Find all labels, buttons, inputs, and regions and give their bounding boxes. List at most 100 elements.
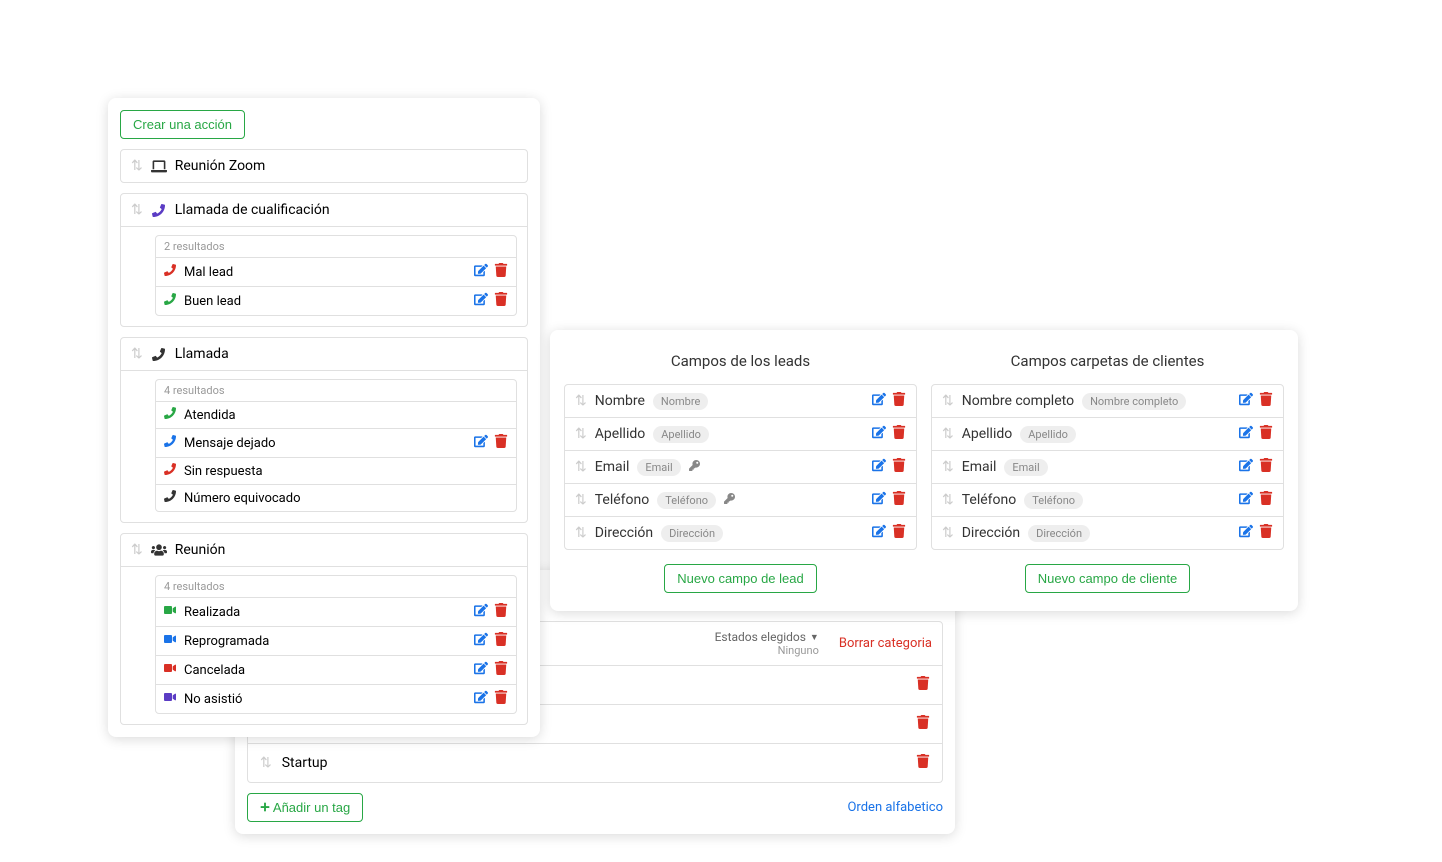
trash-icon[interactable] — [1259, 392, 1273, 410]
edit-icon[interactable] — [474, 603, 488, 621]
alpha-order-link[interactable]: Orden alfabetico — [847, 800, 943, 815]
results-box: 4 resultados Realizada Reprogramada Canc… — [155, 575, 517, 714]
trash-icon[interactable] — [494, 263, 508, 281]
video-icon — [164, 633, 176, 649]
fields-panel: Campos de los leads ⇅ Nombre Nombre ⇅ Ap… — [550, 330, 1298, 611]
result-row: Reprogramada — [156, 627, 516, 656]
trash-icon[interactable] — [1259, 491, 1273, 509]
edit-icon[interactable] — [474, 661, 488, 679]
trash-icon[interactable] — [494, 661, 508, 679]
trash-icon[interactable] — [916, 676, 930, 694]
field-badge: Teléfono — [1024, 492, 1083, 509]
edit-icon[interactable] — [1239, 392, 1253, 410]
action-group-title: Llamada de cualificación — [175, 202, 330, 218]
phone-icon — [164, 490, 176, 506]
field-badge: Dirección — [1028, 525, 1090, 542]
drag-handle-icon[interactable]: ⇅ — [575, 525, 587, 541]
trash-icon[interactable] — [892, 425, 906, 443]
edit-icon[interactable] — [1239, 491, 1253, 509]
drag-handle-icon[interactable]: ⇅ — [131, 542, 143, 558]
drag-handle-icon[interactable]: ⇅ — [942, 459, 954, 475]
result-label: Atendida — [184, 408, 500, 423]
add-tag-button[interactable]: Añadir un tag — [247, 793, 363, 822]
trash-icon[interactable] — [892, 491, 906, 509]
new-client-field-button[interactable]: Nuevo campo de cliente — [1025, 564, 1190, 593]
trash-icon[interactable] — [1259, 425, 1273, 443]
edit-icon[interactable] — [872, 425, 886, 443]
action-group-header[interactable]: ⇅ Llamada de cualificación — [121, 194, 527, 227]
field-row: ⇅ Apellido Apellido — [932, 418, 1283, 451]
video-icon — [164, 604, 176, 620]
trash-icon[interactable] — [494, 292, 508, 310]
trash-icon[interactable] — [892, 392, 906, 410]
field-row: ⇅ Teléfono Teléfono — [932, 484, 1283, 517]
edit-icon[interactable] — [474, 632, 488, 650]
new-lead-field-button[interactable]: Nuevo campo de lead — [664, 564, 816, 593]
drag-handle-icon[interactable]: ⇅ — [942, 492, 954, 508]
field-badge: Email — [637, 459, 680, 476]
action-group: ⇅ Llamada de cualificación 2 resultados M… — [120, 193, 528, 327]
result-label: Mensaje dejado — [184, 436, 466, 451]
drag-handle-icon[interactable]: ⇅ — [575, 426, 587, 442]
trash-icon[interactable] — [892, 458, 906, 476]
delete-category-link[interactable]: Borrar categoria — [839, 636, 932, 651]
create-action-button[interactable]: Crear una acción — [120, 110, 245, 139]
chevron-down-icon: ▼ — [810, 632, 819, 643]
field-row: ⇅ Nombre completo Nombre completo — [932, 385, 1283, 418]
drag-handle-icon[interactable]: ⇅ — [942, 393, 954, 409]
drag-handle-icon[interactable]: ⇅ — [575, 459, 587, 475]
edit-icon[interactable] — [474, 690, 488, 708]
edit-icon[interactable] — [474, 292, 488, 310]
trash-icon[interactable] — [494, 434, 508, 452]
trash-icon[interactable] — [494, 603, 508, 621]
drag-handle-icon[interactable]: ⇅ — [131, 346, 143, 362]
field-row: ⇅ Dirección Dirección — [565, 517, 916, 549]
phone-icon — [151, 204, 167, 217]
field-name: Dirección — [962, 525, 1020, 541]
category-item-row: ⇅ Startup — [247, 744, 943, 783]
edit-icon[interactable] — [1239, 458, 1253, 476]
result-row: Realizada — [156, 598, 516, 627]
drag-handle-icon[interactable]: ⇅ — [575, 492, 587, 508]
trash-icon[interactable] — [1259, 524, 1273, 542]
edit-icon[interactable] — [872, 392, 886, 410]
trash-icon[interactable] — [916, 754, 930, 772]
result-label: No asistió — [184, 692, 466, 707]
states-dropdown[interactable]: Estados elegidos▼ Ninguno — [715, 630, 819, 657]
edit-icon[interactable] — [872, 524, 886, 542]
phone-icon — [151, 348, 167, 361]
result-row: Mensaje dejado — [156, 429, 516, 458]
phone-icon — [164, 463, 176, 479]
trash-icon[interactable] — [916, 715, 930, 733]
results-box: 2 resultados Mal lead Buen lead — [155, 235, 517, 316]
action-group-title: Llamada — [175, 346, 229, 362]
action-group-header[interactable]: ⇅ Reunión — [121, 534, 527, 567]
field-row: ⇅ Dirección Dirección — [932, 517, 1283, 549]
category-item-label: Startup — [282, 755, 906, 771]
edit-icon[interactable] — [474, 434, 488, 452]
field-name: Nombre — [595, 393, 645, 409]
trash-icon[interactable] — [494, 690, 508, 708]
action-group-header[interactable]: ⇅ Reunión Zoom — [121, 150, 527, 182]
edit-icon[interactable] — [1239, 524, 1253, 542]
drag-handle-icon[interactable]: ⇅ — [131, 202, 143, 218]
action-group: ⇅ Reunión Zoom — [120, 149, 528, 183]
edit-icon[interactable] — [474, 263, 488, 281]
drag-handle-icon[interactable]: ⇅ — [942, 426, 954, 442]
edit-icon[interactable] — [872, 491, 886, 509]
field-badge: Apellido — [653, 426, 709, 443]
trash-icon[interactable] — [892, 524, 906, 542]
trash-icon[interactable] — [494, 632, 508, 650]
results-box: 4 resultados Atendida Mensaje dejado Sin… — [155, 379, 517, 512]
drag-handle-icon[interactable]: ⇅ — [131, 158, 143, 174]
drag-handle-icon[interactable]: ⇅ — [942, 525, 954, 541]
drag-handle-icon[interactable]: ⇅ — [260, 755, 272, 771]
field-name: Nombre completo — [962, 393, 1074, 409]
trash-icon[interactable] — [1259, 458, 1273, 476]
result-row: Buen lead — [156, 287, 516, 315]
edit-icon[interactable] — [872, 458, 886, 476]
drag-handle-icon[interactable]: ⇅ — [575, 393, 587, 409]
edit-icon[interactable] — [1239, 425, 1253, 443]
action-group-header[interactable]: ⇅ Llamada — [121, 338, 527, 371]
field-name: Teléfono — [962, 492, 1017, 508]
